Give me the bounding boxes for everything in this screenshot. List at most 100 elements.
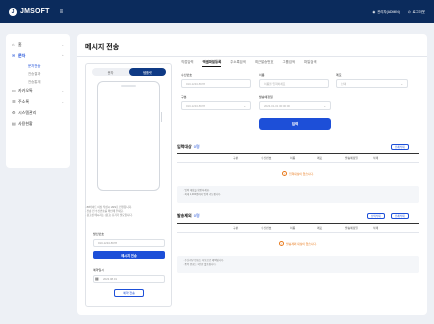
sidebar-subitem-result[interactable]: 전송결과	[6, 69, 70, 77]
field-placeholder: 010-1234-5678	[186, 103, 205, 108]
sidebar-subitem-send[interactable]: 문자전송	[6, 61, 70, 69]
sidebar-item-label: 시스템관리	[18, 109, 37, 115]
section-title-text: 입력대상	[177, 144, 192, 149]
name-input[interactable]: 이름을 입력하세요	[259, 79, 329, 88]
sidebar-item-system[interactable]: ⚙ 시스템관리	[6, 107, 70, 118]
logo-mark: J	[9, 7, 17, 16]
tab-recent[interactable]: 최근발송번호	[255, 57, 274, 66]
sender-input[interactable]: 010-1234-5678	[93, 239, 165, 247]
input-method-tabs: 직접입력 엑셀파일등록 주소록검색 최근발송번호 그룹검색 파일검색	[181, 57, 317, 67]
exceptions-table-header: 구분 수신번호 이름 메모 발송예정일 삭제	[177, 223, 419, 233]
phone-notch	[121, 85, 136, 87]
column-header: 수신번호	[261, 226, 272, 230]
chevron-down-icon: ⌄	[61, 42, 64, 47]
alert-icon: !	[282, 171, 288, 176]
field-label: 발송예정일	[259, 95, 273, 99]
add-recipient-button[interactable]: 입력	[259, 118, 331, 130]
column-header: 발송예정일	[345, 156, 358, 160]
tab-excel[interactable]: 엑셀파일등록	[202, 57, 222, 67]
user-icon: ◉	[372, 9, 376, 14]
section-title-text: 발송제외	[177, 213, 192, 218]
note-line: · 최대 1,000명까지 입력 가능합니다.	[183, 193, 222, 196]
sidebar-item-label: 사용현황	[18, 120, 33, 126]
alert-icon: !	[279, 241, 285, 246]
exceptions-title: 발송제외 0명	[177, 213, 200, 219]
column-header: 구분	[233, 156, 239, 160]
sidebar-item-kakao[interactable]: ▭ 카카오톡 ⌄	[6, 85, 70, 96]
note-line: · 중복 번호는 1건만 발송됩니다.	[183, 263, 217, 266]
recipients-table-header: 구분 수신번호 이름 메모 발송예정일 삭제	[177, 153, 419, 163]
chevron-down-icon: ⌄	[323, 103, 326, 108]
top-navigation-bar: J JMSOFT ≡ ◉ 관리자(ADMIN) ⏻ 로그아웃	[0, 0, 434, 23]
column-header: 메모	[317, 156, 323, 160]
sidebar-item-address[interactable]: ☰ 주소록 ⌄	[6, 96, 70, 107]
delete-selected-button[interactable]: 선택삭제	[367, 213, 385, 219]
compose-notes: · 80바이트 이상 작성시 LMS로 전환됩니다. · 전송 전 수신번호를 …	[85, 206, 161, 218]
empty-message: 입력대상이 없습니다.	[289, 171, 314, 176]
exceptions-notes: · 수신거부 번호는 자동으로 제외됩니다. · 중복 번호는 1건만 발송됩니…	[177, 256, 419, 273]
logo-text: JMSOFT	[20, 8, 50, 15]
phone-number-input[interactable]: 010-1234-5678	[181, 79, 251, 88]
sidebar-item-label: 문자	[18, 52, 26, 58]
main-content: 메시지 전송 문자 템플릿 · 80바이트 이상 작성시 LMS로 전환됩니다.…	[77, 34, 427, 315]
sidebar-subitem-stats[interactable]: 전송통계	[6, 77, 70, 85]
recipients-title: 입력대상 0명	[177, 144, 200, 150]
tab-group[interactable]: 그룹검색	[283, 57, 295, 66]
sidebar-item-usage[interactable]: ▤ 사용현황	[6, 118, 70, 129]
field-placeholder: 선택	[341, 81, 347, 86]
recipients-count: 0명	[193, 144, 200, 149]
sidebar-item-message[interactable]: ✉ 문자 ⌃	[6, 50, 70, 61]
sidebar-item-home[interactable]: ⌂ 홈 ⌄	[6, 39, 70, 50]
tab-direct[interactable]: 직접입력	[181, 57, 193, 66]
reserve-date-input[interactable]: 2023.08.01	[93, 275, 165, 283]
logout-label: 로그아웃	[412, 10, 425, 14]
logo[interactable]: J JMSOFT	[9, 7, 50, 16]
segment-sms[interactable]: 문자	[92, 68, 129, 76]
logout-button[interactable]: ⏻ 로그아웃	[407, 9, 425, 15]
phone-preview[interactable]	[97, 81, 162, 191]
send-button[interactable]: 메시지 전송	[93, 251, 165, 259]
field-label: 수신번호	[181, 73, 193, 77]
logout-icon: ⏻	[407, 9, 411, 14]
sidebar-item-label: 카카오톡	[18, 87, 33, 93]
column-header: 발송예정일	[345, 226, 358, 230]
column-header: 삭제	[373, 156, 379, 160]
chevron-down-icon: ⌄	[243, 103, 246, 108]
tab-address[interactable]: 주소록검색	[230, 57, 246, 66]
schedule-select[interactable]: 2023-01-01 00:00:00 ⌄	[259, 101, 331, 110]
sidebar: ⌂ 홈 ⌄ ✉ 문자 ⌃ 문자전송 전송결과 전송통계 ▭ 카카오톡 ⌄ ☰ 주…	[6, 34, 70, 168]
field-label: 이름	[259, 73, 265, 77]
chevron-down-icon: ⌄	[400, 81, 403, 86]
exceptions-count: 0명	[193, 213, 200, 218]
segment-template[interactable]: 템플릿	[129, 68, 166, 76]
delete-all-button[interactable]: 전체삭제	[391, 144, 409, 150]
field-placeholder: 이름을 입력하세요	[264, 81, 286, 86]
user-menu[interactable]: ◉ 관리자(ADMIN)	[372, 9, 400, 15]
field-label: 메모	[336, 73, 342, 77]
sender-label: 발신번호	[93, 232, 105, 236]
reserve-send-button[interactable]: 예약 전송	[114, 289, 144, 297]
hamburger-icon[interactable]: ≡	[60, 9, 64, 15]
column-header: 삭제	[373, 226, 379, 230]
phone-side-button	[160, 112, 162, 122]
page-title: 메시지 전송	[85, 44, 120, 51]
delete-all-button[interactable]: 전체삭제	[391, 213, 409, 219]
chevron-up-icon: ⌃	[61, 53, 64, 58]
recipients-notes: · 입력 대상을 확인하세요. · 최대 1,000명까지 입력 가능합니다.	[177, 186, 419, 203]
memo-select[interactable]: 선택 ⌄	[336, 79, 408, 88]
field-label: 구분	[181, 95, 187, 99]
user-label: 관리자(ADMIN)	[377, 10, 400, 14]
reserve-label: 예약일시	[93, 268, 105, 272]
column-header: 이름	[290, 226, 296, 230]
compose-note: · 광고성 메시지는 (광고) 표기가 필요합니다.	[85, 214, 133, 217]
sidebar-item-label: 홈	[18, 41, 22, 47]
category-select[interactable]: 010-1234-5678 ⌄	[181, 101, 251, 110]
recipients-empty-state: ! 입력대상이 없습니다.	[177, 171, 419, 176]
exceptions-empty-state: ! 발송제외 대상이 없습니다.	[177, 241, 419, 246]
calendar-icon[interactable]: ▦	[95, 276, 99, 281]
chevron-down-icon: ⌄	[61, 88, 64, 93]
tab-file[interactable]: 파일검색	[304, 57, 316, 66]
field-placeholder: 2023-01-01 00:00:00	[264, 103, 290, 108]
field-placeholder: 010-1234-5678	[186, 81, 205, 86]
column-header: 이름	[290, 156, 296, 160]
